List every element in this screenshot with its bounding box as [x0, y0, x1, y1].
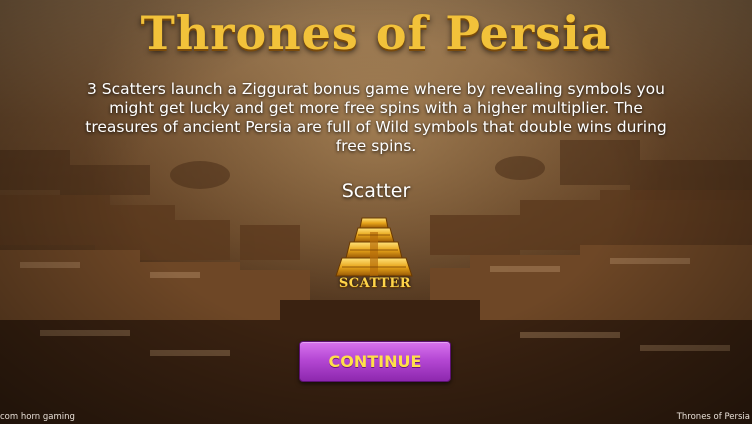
continue-button[interactable]: CONTINUE	[299, 341, 451, 382]
footer-game-name: Thrones of Persia	[676, 412, 750, 422]
bonus-description: 3 Scatters launch a Ziggurat bonus game …	[85, 80, 667, 155]
symbol-heading: Scatter	[341, 180, 411, 202]
footer-provider: com horn gaming	[0, 412, 75, 422]
scatter-symbol-text: SCATTER	[338, 276, 412, 291]
game-title: Thrones of Persia	[140, 6, 612, 60]
continue-button-label: CONTINUE	[328, 352, 422, 371]
